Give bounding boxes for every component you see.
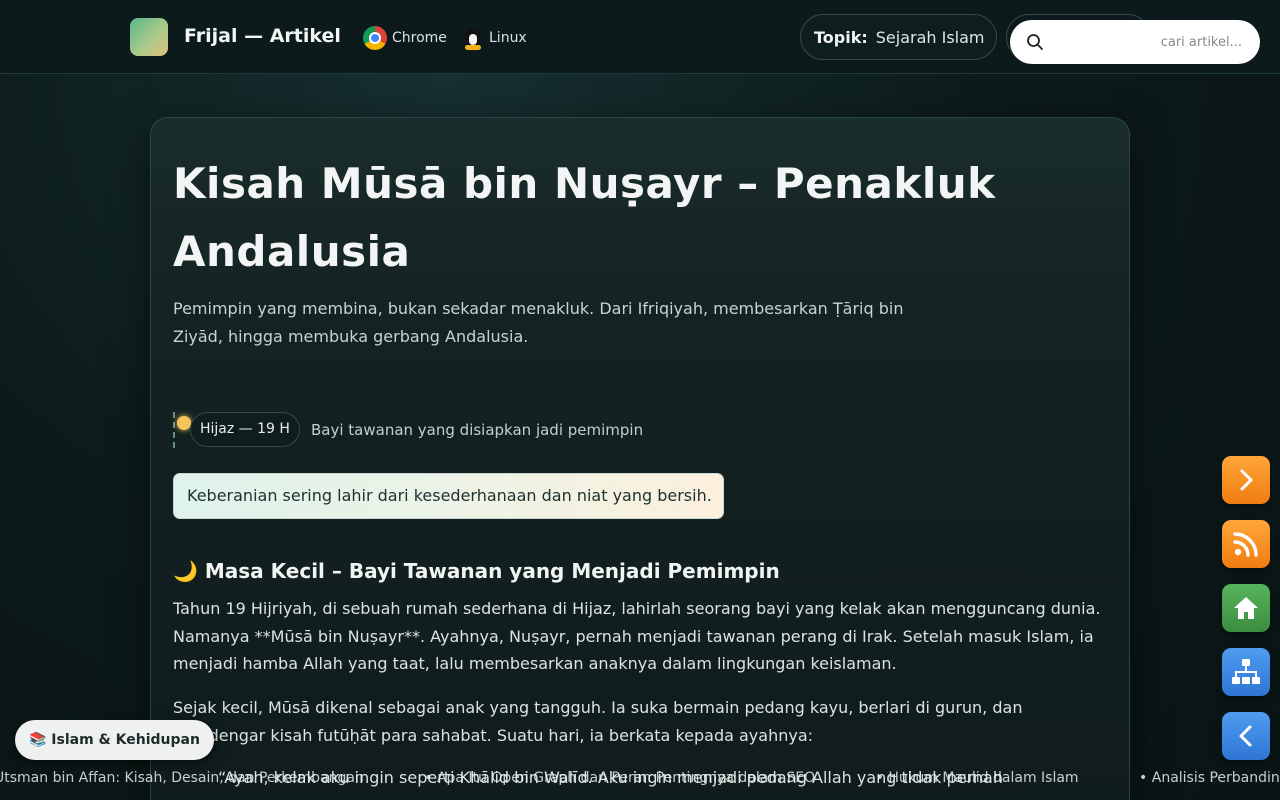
linux-penguin-icon — [462, 26, 484, 50]
home-button[interactable] — [1222, 584, 1270, 632]
article-subtitle: Pemimpin yang membina, bukan sekadar men… — [173, 299, 904, 346]
timeline-era-pill: Hijaz — 19 H — [190, 412, 300, 447]
timeline-line — [173, 412, 175, 448]
timeline-dot — [177, 416, 191, 430]
back-button[interactable] — [1222, 712, 1270, 760]
search-icon — [1027, 34, 1043, 50]
site-logo[interactable] — [130, 18, 168, 56]
ticker-item[interactable]: • Apa Itu Open Graph dan Peran Pentingny… — [424, 770, 815, 786]
ticker-item[interactable]: • Hukum Maulid dalam Islam — [876, 770, 1079, 786]
rss-button[interactable] — [1222, 520, 1270, 568]
search-box[interactable] — [1010, 20, 1260, 64]
rss-icon — [1233, 532, 1258, 557]
os-label: Linux — [489, 30, 527, 46]
category-chip[interactable]: 📚 Islam & Kehidupan — [15, 720, 214, 760]
section-heading: 🌙 Masa Kecil – Bayi Tawanan yang Menjadi… — [173, 559, 780, 583]
home-icon — [1234, 597, 1258, 619]
next-button[interactable] — [1222, 456, 1270, 504]
article-paragraph: Tahun 19 Hijriyah, di sebuah rumah seder… — [173, 599, 1101, 673]
article-paragraph: Sejak kecil, Mūsā dikenal sebagai anak y… — [173, 698, 1023, 745]
browser-label: Chrome — [392, 30, 447, 46]
sitemap-icon — [1232, 659, 1260, 684]
chevron-left-icon — [1239, 725, 1252, 747]
article-title: Kisah Mūsā bin Nuṣayr – Penakluk Andalus… — [173, 159, 996, 276]
os-badge: Linux — [462, 26, 527, 50]
topic-pill[interactable]: Topik: Sejarah Islam — [800, 14, 997, 60]
site-brand[interactable]: Frijal — Artikel — [184, 25, 341, 47]
quote-box: Keberanian sering lahir dari kesederhana… — [173, 473, 724, 519]
topic-value: Sejarah Islam — [875, 27, 985, 47]
chrome-icon — [363, 26, 387, 50]
ticker-item[interactable]: Utsman bin Affan: Kisah, Desain, dan Per… — [0, 770, 364, 786]
browser-badge: Chrome — [363, 26, 447, 50]
topic-key: Topik: — [814, 27, 868, 47]
search-input[interactable] — [1054, 28, 1244, 56]
timeline-description: Bayi tawanan yang disiapkan jadi pemimpi… — [311, 421, 644, 439]
ticker-item[interactable]: • Analisis Perbandingan: Hukum Perayaan … — [1139, 770, 1280, 786]
sitemap-button[interactable] — [1222, 648, 1270, 696]
chevron-right-icon — [1240, 469, 1253, 491]
news-ticker: Utsman bin Affan: Kisah, Desain, dan Per… — [0, 768, 1280, 790]
